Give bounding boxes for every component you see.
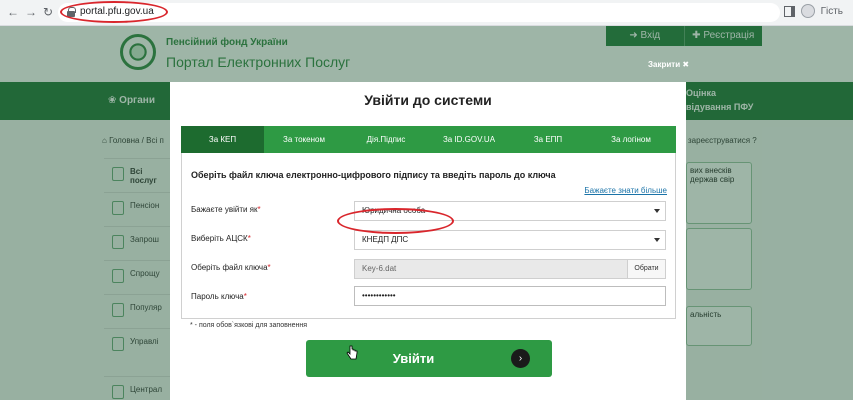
tab-login[interactable]: За логіном (586, 126, 676, 153)
select-highlight-circle (337, 208, 454, 234)
tab-id-gov-ua[interactable]: За ID.GOV.UA (428, 126, 510, 153)
close-icon: ✖ (682, 60, 690, 69)
chevron-down-icon (654, 209, 660, 213)
profile-avatar-icon[interactable] (800, 4, 815, 18)
acsk-label: Виберіть АЦСК* (191, 234, 251, 243)
hand-cursor-icon (346, 345, 358, 360)
modal-close-button[interactable]: Закрити ✖ (648, 60, 689, 69)
forward-icon[interactable]: → (24, 5, 38, 19)
learn-more-link[interactable]: Бажаєте знати більше (584, 186, 667, 195)
kep-form: Оберіть файл ключа електронно-цифрового … (181, 153, 676, 319)
arrow-right-icon: › (511, 349, 530, 368)
reload-icon[interactable]: ↻ (41, 5, 55, 19)
form-heading: Оберіть файл ключа електронно-цифрового … (191, 170, 556, 180)
sidebar-toggle-icon[interactable] (783, 5, 795, 17)
tab-kep[interactable]: За КЕП (181, 126, 264, 153)
browser-toolbar: ← → ↻ portal.pfu.gov.ua Гість (0, 0, 853, 26)
browser-profile-area: Гість (783, 4, 843, 18)
url-highlight-circle (60, 1, 168, 23)
required-note: * - поля обов`язкові для заповнення (190, 322, 308, 329)
browse-button[interactable]: Обрати (627, 260, 665, 278)
login-modal: Увійти до системи За КЕП За токеном Дія.… (170, 82, 686, 400)
profile-label[interactable]: Гість (821, 6, 843, 17)
tab-epp[interactable]: За ЕПП (510, 126, 586, 153)
key-file-input[interactable]: Key-6.dat Обрати (354, 259, 666, 279)
password-label: Пароль ключа* (191, 292, 247, 301)
password-input[interactable]: •••••••••••• (354, 286, 666, 306)
back-icon[interactable]: ← (6, 5, 20, 19)
login-method-tabs: За КЕП За токеном Дія.Підпис За ID.GOV.U… (181, 126, 676, 153)
login-submit-button[interactable]: Увійти › (306, 340, 552, 377)
modal-title: Увійти до системи (364, 92, 492, 108)
submit-label: Увійти (392, 351, 435, 366)
tab-diia-pidpys[interactable]: Дія.Підпис (344, 126, 428, 153)
tab-token[interactable]: За токеном (264, 126, 344, 153)
chevron-down-icon (654, 238, 660, 242)
login-as-label: Бажаєте увійти як* (191, 205, 261, 214)
key-file-label: Оберіть файл ключа* (191, 263, 271, 272)
